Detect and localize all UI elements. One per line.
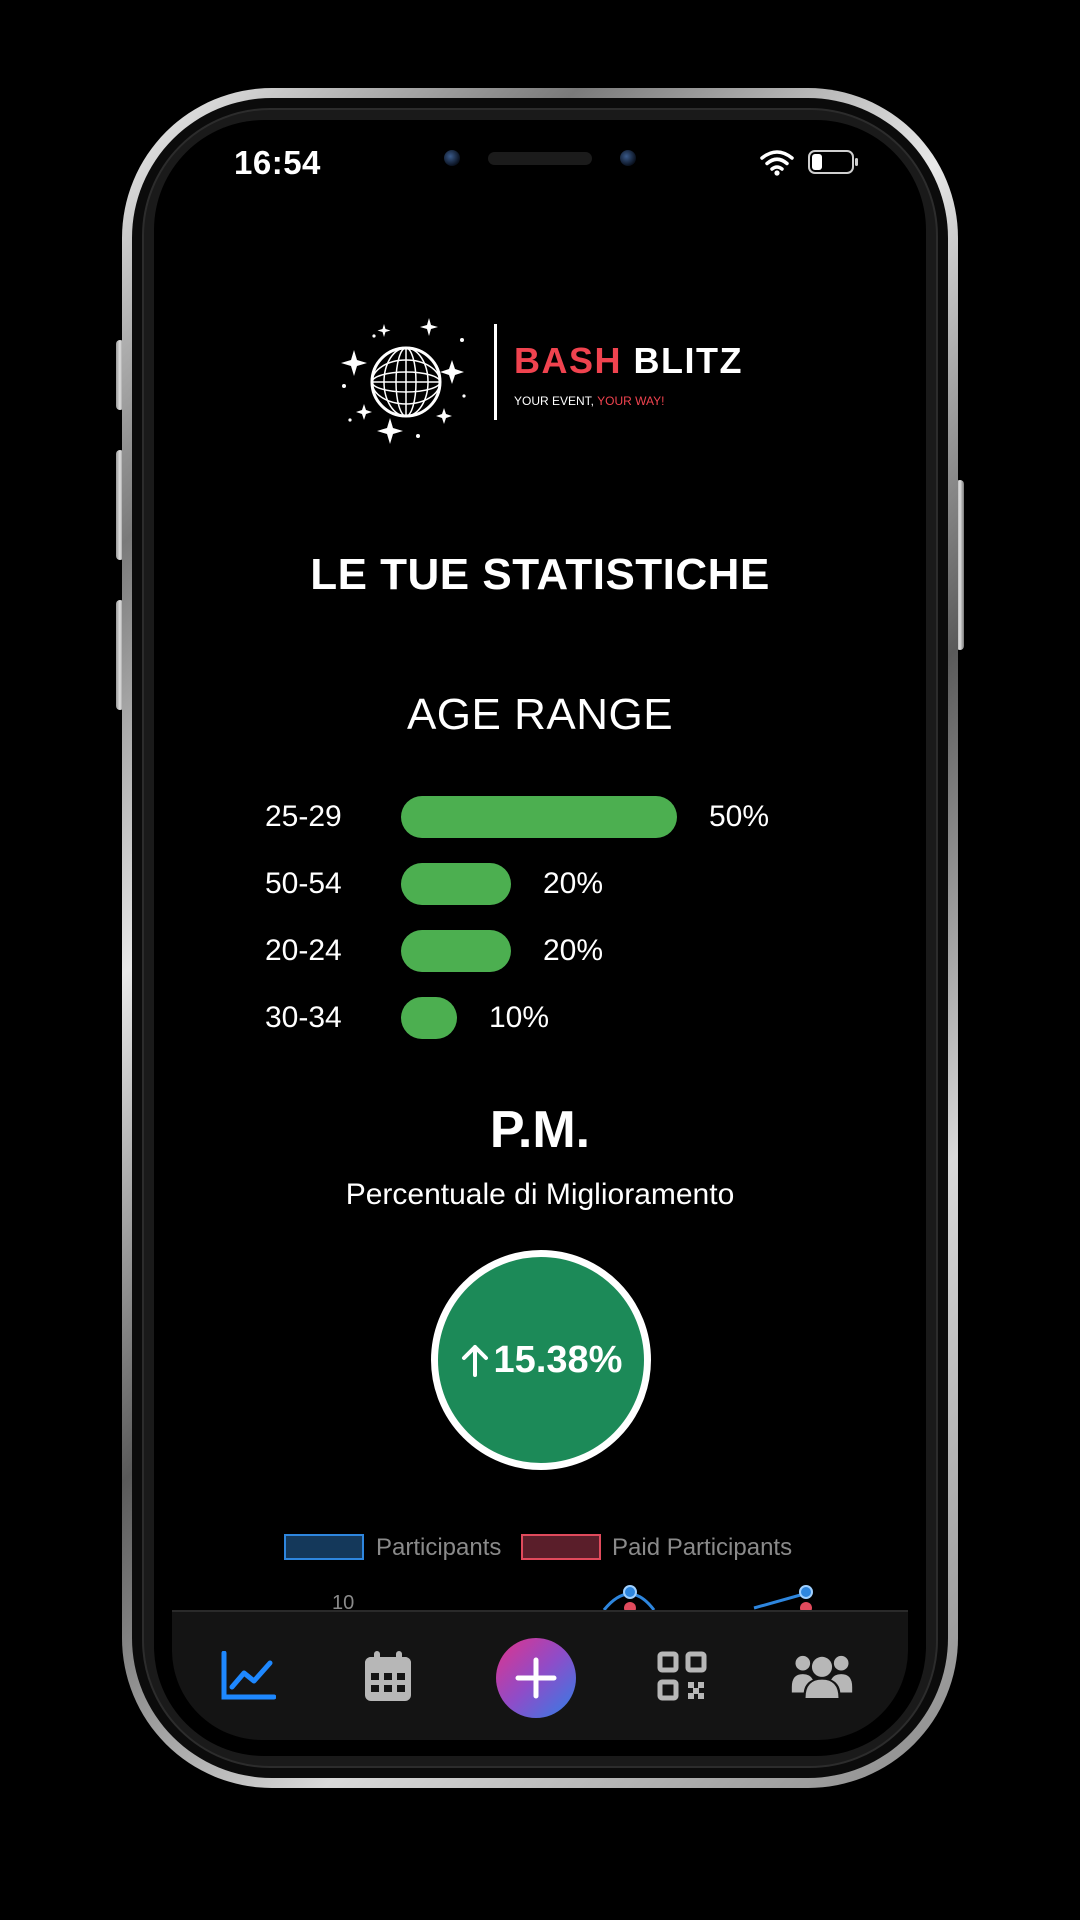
wifi-icon — [760, 150, 794, 176]
age-bar — [401, 930, 511, 972]
status-time: 16:54 — [234, 144, 321, 181]
face-sensor — [620, 150, 636, 166]
age-label: 50-54 — [265, 867, 342, 900]
tab-calendar[interactable] — [356, 1644, 420, 1708]
chart-line-icon — [221, 1651, 276, 1700]
legend-label-paid-participants: Paid Participants — [612, 1534, 793, 1561]
bottom-tab-bar — [172, 1610, 908, 1740]
pm-value: 15.38% — [493, 1338, 623, 1381]
tab-qr-scanner[interactable] — [650, 1644, 714, 1708]
legend-swatch-paid-participants — [521, 1534, 601, 1560]
age-row: 50-54 20% — [154, 859, 926, 909]
disco-ball-icon — [341, 318, 466, 444]
age-row: 25-29 50% — [154, 792, 926, 842]
tab-community[interactable] — [790, 1644, 854, 1708]
pm-title: P.M. — [489, 1101, 591, 1159]
age-bar — [401, 796, 677, 838]
logo-divider — [494, 324, 497, 420]
plus-icon — [515, 1657, 557, 1699]
age-label: 20-24 — [265, 934, 342, 967]
brand-name: BASH BLITZ — [514, 340, 744, 381]
arrow-up-icon — [461, 1345, 488, 1377]
users-icon — [791, 1655, 853, 1698]
brand-tagline: YOUR EVENT, YOUR WAY! — [514, 394, 665, 408]
age-range-title: AGE RANGE — [406, 690, 674, 739]
age-bar — [401, 863, 511, 905]
age-bar — [401, 997, 457, 1039]
battery-icon — [808, 150, 858, 174]
pm-badge: 15.38% — [431, 1250, 651, 1470]
app-logo: BASH BLITZ YOUR EVENT, YOUR WAY! — [334, 310, 754, 450]
age-row: 30-34 10% — [154, 993, 926, 1043]
earpiece-speaker — [488, 152, 592, 165]
age-label: 30-34 — [265, 1001, 342, 1034]
age-percentage: 10% — [489, 1001, 550, 1034]
age-percentage: 20% — [543, 867, 604, 900]
app-screen: 16:54 BASH BLITZ YOUR EVENT, YOUR WAY! L… — [154, 120, 926, 1756]
legend-label-participants: Participants — [376, 1534, 502, 1561]
age-row: 20-24 20% — [154, 926, 926, 976]
legend-swatch-participants — [284, 1534, 364, 1560]
qr-code-icon — [657, 1651, 707, 1701]
dynamic-notch — [390, 134, 690, 196]
pm-subtitle: Percentuale di Miglioramento — [345, 1178, 735, 1211]
age-percentage: 50% — [709, 800, 770, 833]
age-percentage: 20% — [543, 934, 604, 967]
front-camera — [444, 150, 460, 166]
age-label: 25-29 — [265, 800, 342, 833]
tab-statistics[interactable] — [216, 1644, 280, 1708]
calendar-icon — [365, 1651, 411, 1701]
add-event-button[interactable] — [496, 1638, 576, 1718]
page-title: LE TUE STATISTICHE — [310, 550, 770, 599]
